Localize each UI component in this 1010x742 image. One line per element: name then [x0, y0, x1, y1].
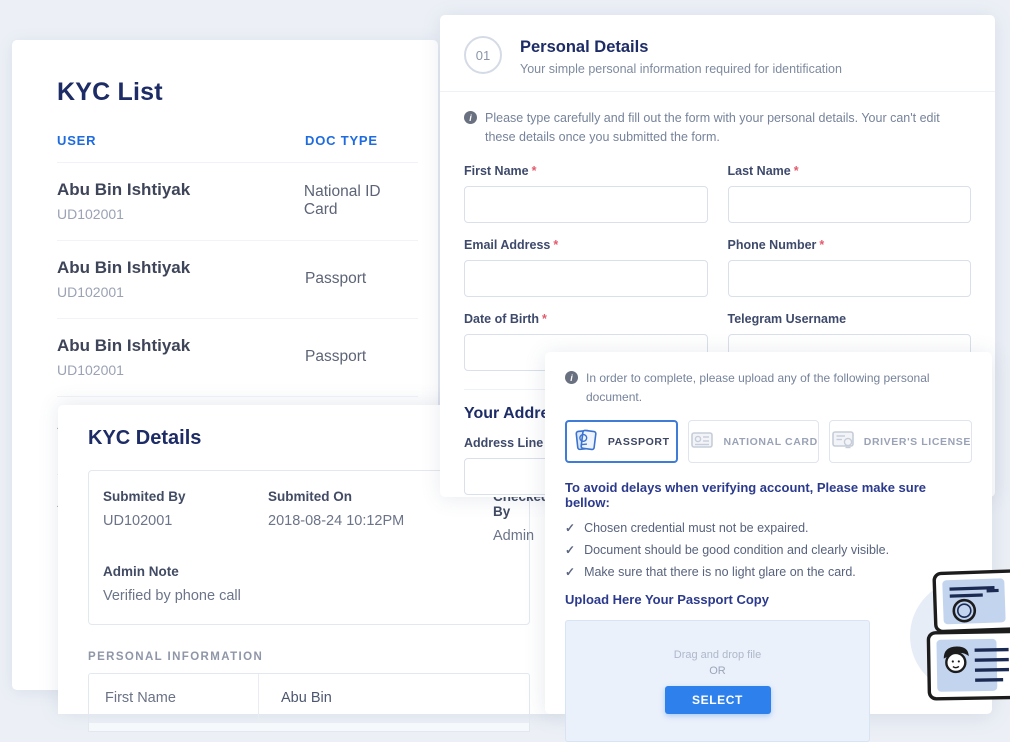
user-id: UD102001	[57, 284, 305, 300]
form-instruction-note: Please type carefully and fill out the f…	[485, 109, 971, 148]
email-address-label: Email Address	[464, 238, 550, 252]
doc-type: Passport	[305, 348, 366, 366]
info-icon: i	[464, 111, 477, 124]
field-last-name: Last Name*	[728, 164, 972, 223]
phone-number-label: Phone Number	[728, 238, 817, 252]
first-name-input[interactable]	[464, 186, 708, 223]
check-icon: ✓	[565, 521, 575, 535]
email-address-input[interactable]	[464, 260, 708, 297]
personal-information-section-label: PERSONAL INFORMATION	[88, 651, 530, 663]
personal-details-title: Personal Details	[520, 38, 842, 57]
doc-option-label: NATIONAL CARD	[723, 436, 817, 448]
verification-warning-title: To avoid delays when verifying account, …	[565, 480, 972, 510]
checklist-item-text: Make sure that there is no light glare o…	[584, 565, 856, 579]
personal-details-subtitle: Your simple personal information require…	[520, 62, 842, 76]
required-marker: *	[532, 164, 537, 178]
file-dropzone[interactable]: Drag and drop file OR SELECT	[565, 620, 870, 742]
user-name: Abu Bin Ishtiyak	[57, 336, 305, 356]
date-of-birth-label: Date of Birth	[464, 312, 539, 326]
field-first-name: First Name*	[464, 164, 708, 223]
user-name: Abu Bin Ishtiyak	[57, 258, 305, 278]
submitted-by-value: UD102001	[103, 513, 268, 529]
required-marker: *	[794, 164, 799, 178]
table-row: First Name Abu Bin	[89, 674, 529, 722]
user-name: Abu Bin Ishtiyak	[57, 180, 304, 200]
checklist-item-text: Chosen credential must not be expaired.	[584, 521, 808, 535]
checklist-item-text: Document should be good condition and cl…	[584, 543, 889, 557]
pi-first-name-value: Abu Bin	[259, 674, 354, 722]
last-name-label: Last Name	[728, 164, 791, 178]
required-marker: *	[819, 238, 824, 252]
passport-icon	[574, 427, 600, 456]
drivers-license-icon	[830, 427, 856, 456]
kyc-list-header: USER DOC TYPE	[57, 133, 418, 163]
doc-option-drivers-license[interactable]: DRIVER'S LICENSE	[829, 420, 972, 463]
doc-option-passport[interactable]: PASSPORT	[565, 420, 678, 463]
address-line-1-label: Address Line 1	[464, 436, 554, 450]
table-row[interactable]: Abu Bin Ishtiyak UD102001 Passport	[57, 241, 418, 319]
doc-option-national-card[interactable]: NATIONAL CARD	[688, 420, 818, 463]
check-icon: ✓	[565, 543, 575, 557]
field-email-address: Email Address*	[464, 238, 708, 297]
doc-type: National ID Card	[304, 183, 418, 219]
doc-option-label: DRIVER'S LICENSE	[864, 436, 971, 448]
kyc-list-title: KYC List	[57, 78, 418, 107]
national-card-icon	[689, 427, 715, 456]
admin-note-value: Verified by phone call	[103, 588, 515, 604]
personal-information-table: First Name Abu Bin	[88, 673, 530, 732]
check-icon: ✓	[565, 565, 575, 579]
upload-instruction-note: In order to complete, please upload any …	[586, 369, 972, 406]
checklist-item: ✓ Document should be good condition and …	[565, 543, 972, 557]
column-header-doc-type: DOC TYPE	[305, 133, 378, 148]
pi-first-name-label: First Name	[89, 674, 259, 722]
select-file-button[interactable]: SELECT	[665, 686, 771, 714]
first-name-label: First Name	[464, 164, 529, 178]
telegram-username-label: Telegram Username	[728, 312, 847, 326]
doc-option-label: PASSPORT	[608, 436, 670, 448]
dropzone-hint: Drag and drop file	[674, 649, 761, 661]
id-cards-illustration	[903, 562, 1010, 714]
admin-note-label: Admin Note	[103, 564, 515, 579]
required-marker: *	[553, 238, 558, 252]
checked-by-value: Admin	[493, 528, 549, 544]
dropzone-or: OR	[709, 665, 726, 677]
table-row[interactable]: Abu Bin Ishtiyak UD102001 Passport	[57, 319, 418, 397]
last-name-input[interactable]	[728, 186, 972, 223]
submitted-by-label: Submited By	[103, 489, 268, 504]
table-row[interactable]: Abu Bin Ishtiyak UD102001 National ID Ca…	[57, 163, 418, 241]
submitted-on-value: 2018-08-24 10:12PM	[268, 513, 493, 529]
field-phone-number: Phone Number*	[728, 238, 972, 297]
info-icon: i	[565, 371, 578, 384]
doc-type: Passport	[305, 270, 366, 288]
table-row-partial	[89, 722, 529, 731]
user-id: UD102001	[57, 362, 305, 378]
step-number-badge: 01	[464, 36, 502, 74]
phone-number-input[interactable]	[728, 260, 972, 297]
column-header-user: USER	[57, 133, 305, 148]
checklist-item: ✓ Chosen credential must not be expaired…	[565, 521, 972, 535]
required-marker: *	[542, 312, 547, 326]
divider	[440, 91, 995, 92]
user-id: UD102001	[57, 206, 304, 222]
